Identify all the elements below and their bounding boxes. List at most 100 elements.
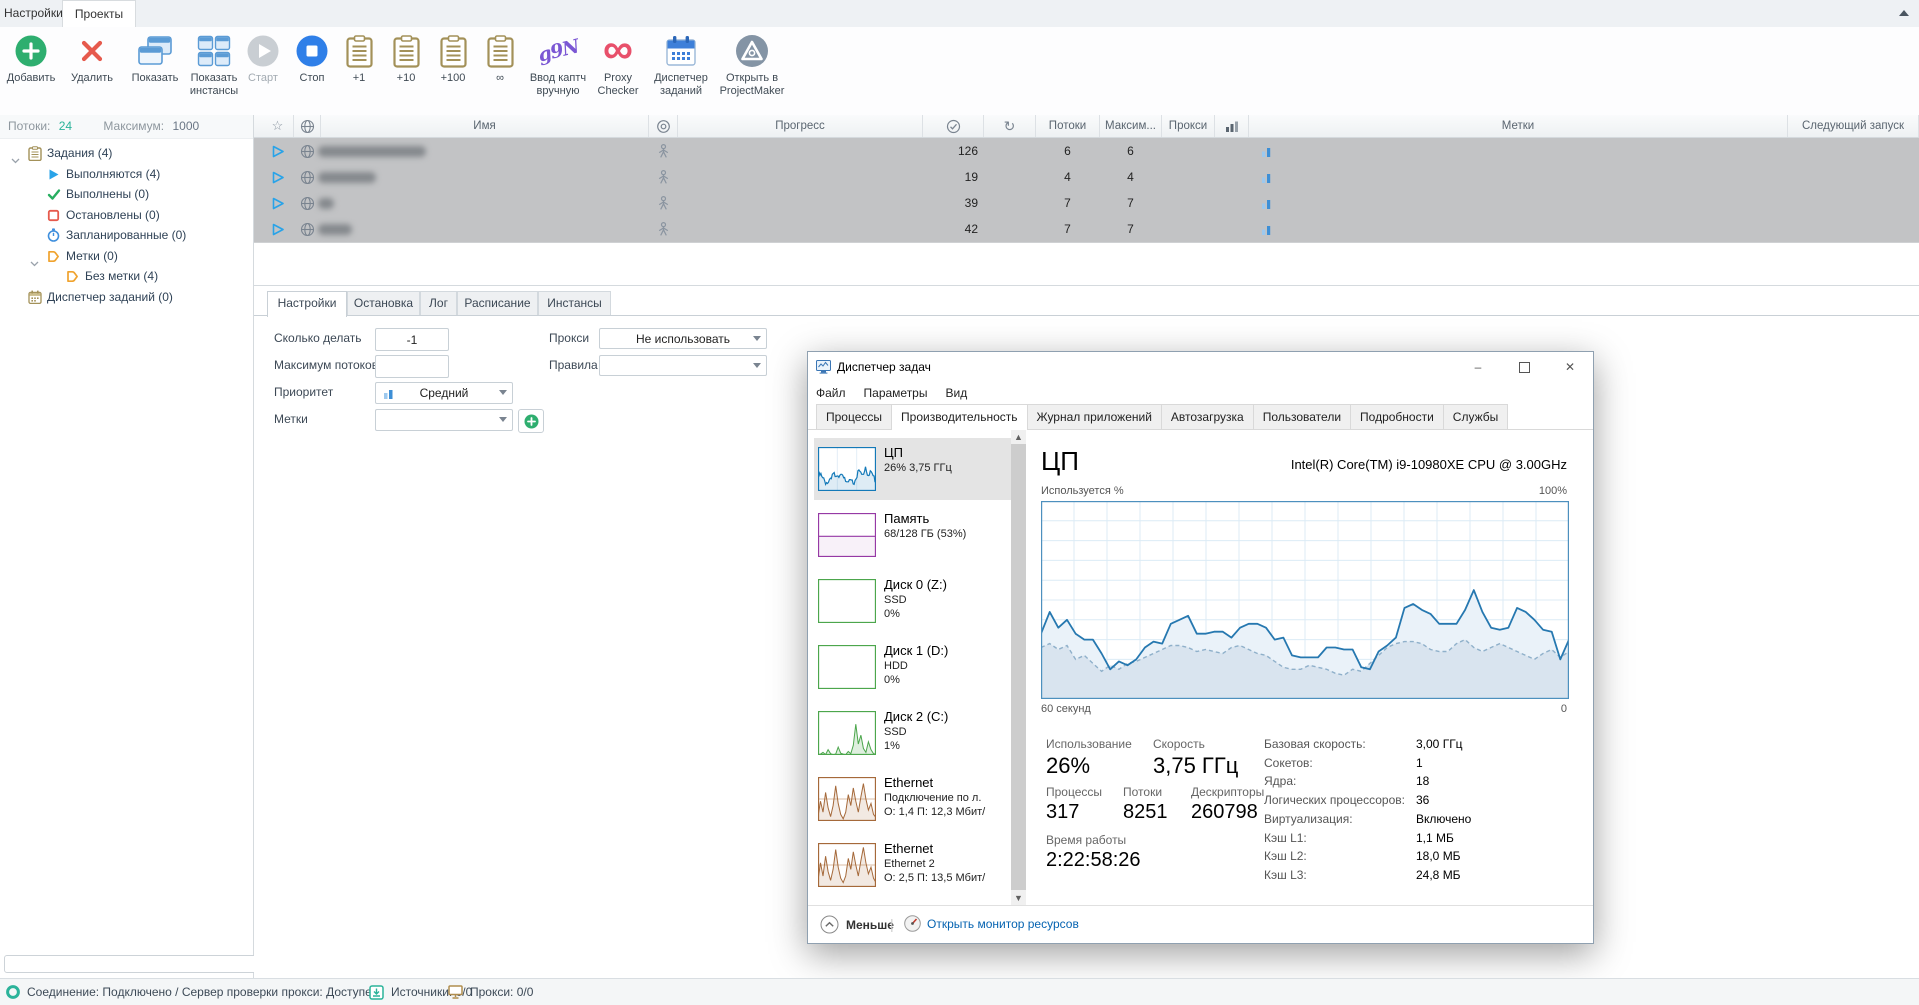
- toolbar-infinity-button[interactable]: ∞Proxy Checker: [590, 31, 646, 98]
- tm-sidebar-item-1[interactable]: ЦП26% 3,75 ГГц: [814, 438, 1011, 500]
- tree-item-3[interactable]: Выполнены (0): [0, 184, 253, 204]
- tm-sidebar-item-line: SSD: [884, 593, 1009, 607]
- scrollbar-thumb[interactable]: [1011, 444, 1026, 890]
- tm-menu-3[interactable]: Вид: [945, 386, 967, 400]
- tree-item-6[interactable]: Метки (0): [0, 246, 253, 266]
- column-header-star-icon[interactable]: ☆: [262, 115, 294, 137]
- tm-tab-4[interactable]: Автозагрузка: [1161, 404, 1254, 429]
- toolbar-delete-x-button[interactable]: Удалить: [64, 31, 120, 85]
- row-globe-icon: [294, 190, 321, 216]
- tm-menu-1[interactable]: Файл: [816, 386, 846, 400]
- tree-item-5[interactable]: Запланированные (0): [0, 225, 253, 245]
- toolbar-captcha-button[interactable]: g9NВвод каптч вручную: [523, 31, 593, 98]
- task-manager-titlebar[interactable]: Диспетчер задач – ✕: [808, 352, 1593, 382]
- tree-item-7[interactable]: Без метки (4): [0, 266, 253, 286]
- add-label-button[interactable]: [518, 409, 544, 433]
- tm-sidebar-item-7[interactable]: EthernetEthernet 2О: 2,5 П: 13,5 Мбит/: [814, 834, 1011, 896]
- tree-item-4[interactable]: Остановлены (0): [0, 205, 253, 225]
- toolbar-clipboard-button[interactable]: ∞: [479, 31, 521, 85]
- column-header-прогресс[interactable]: Прогресс: [678, 115, 923, 137]
- toolbar-pm-logo-button[interactable]: Открыть в ProjectMaker: [710, 31, 794, 98]
- settings-tab-1[interactable]: Настройки: [267, 291, 347, 317]
- tm-tab-5[interactable]: Пользователи: [1253, 404, 1351, 429]
- tree-item-1[interactable]: Задания (4): [0, 143, 253, 163]
- scroll-down-icon[interactable]: ▼: [1011, 890, 1026, 905]
- settings-tab-4[interactable]: Расписание: [457, 291, 538, 315]
- tm-menu-2[interactable]: Параметры: [864, 386, 928, 400]
- close-button[interactable]: ✕: [1547, 352, 1593, 382]
- tm-tab-1[interactable]: Процессы: [816, 404, 892, 429]
- toolbar-grid-windows-button[interactable]: Показать инстансы: [182, 31, 246, 98]
- row-stats-bars-icon[interactable]: [1249, 164, 1285, 190]
- row-done-count: 19: [923, 164, 978, 190]
- less-details-button[interactable]: Меньше: [820, 915, 894, 934]
- table-row[interactable]: 3977: [254, 190, 1919, 217]
- row-play-icon[interactable]: [262, 138, 294, 164]
- row-play-icon[interactable]: [262, 216, 294, 242]
- tm-sidebar-item-3[interactable]: Диск 0 (Z:)SSD0%: [814, 570, 1011, 632]
- column-header-target-icon[interactable]: [649, 115, 678, 137]
- column-header-globe-icon[interactable]: [294, 115, 321, 137]
- toolbar-play-circle-button[interactable]: Старт: [240, 31, 286, 85]
- maximize-button[interactable]: [1501, 352, 1547, 382]
- sidebar-scrollbar[interactable]: ▲ ▼: [1011, 429, 1026, 905]
- column-header-потоки[interactable]: Потоки: [1036, 115, 1100, 137]
- row-play-icon[interactable]: [262, 190, 294, 216]
- settings-tab-3[interactable]: Лог: [420, 291, 457, 315]
- tree-filter-input[interactable]: [4, 955, 257, 973]
- settings-tab-2[interactable]: Остановка: [347, 291, 420, 315]
- tree-item-8[interactable]: Диспетчер заданий (0): [0, 287, 253, 307]
- table-row[interactable]: 1944: [254, 164, 1919, 191]
- priority-select[interactable]: Средний: [375, 382, 513, 404]
- open-resource-monitor-link[interactable]: Открыть монитор ресурсов: [904, 915, 1079, 932]
- ribbon-collapse-icon[interactable]: [1899, 10, 1909, 16]
- tm-sidebar-item-title: Диск 1 (D:): [884, 642, 1009, 659]
- tm-tab-3[interactable]: Журнал приложений: [1027, 404, 1162, 429]
- scroll-up-icon[interactable]: ▲: [1011, 429, 1026, 444]
- toolbar-stop-circle-button[interactable]: Стоп: [291, 31, 333, 85]
- column-header-имя[interactable]: Имя: [321, 115, 649, 137]
- table-row[interactable]: 12666: [254, 138, 1919, 165]
- column-header-refresh-icon[interactable]: ↻: [984, 115, 1036, 137]
- column-header-bars-icon[interactable]: [1215, 115, 1249, 137]
- column-header-максим-[interactable]: Максим...: [1100, 115, 1162, 137]
- tm-tab-7[interactable]: Службы: [1443, 404, 1508, 429]
- row-globe-icon: [294, 164, 321, 190]
- tm-tab-6[interactable]: Подробности: [1350, 404, 1444, 429]
- toolbar-clipboard-button[interactable]: +100: [430, 31, 476, 85]
- row-stats-bars-icon[interactable]: [1249, 190, 1285, 216]
- labels-select[interactable]: [375, 409, 513, 431]
- tm-sidebar-item-5[interactable]: Диск 2 (C:)SSD1%: [814, 702, 1011, 764]
- proxy-select[interactable]: Не использовать: [599, 328, 767, 349]
- toolbar-show-windows-button[interactable]: Показать: [124, 31, 186, 85]
- row-play-icon[interactable]: [262, 164, 294, 190]
- stat-label: Процессы: [1046, 785, 1102, 799]
- tm-sidebar-item-4[interactable]: Диск 1 (D:)HDD0%: [814, 636, 1011, 698]
- tm-tab-2[interactable]: Производительность: [891, 404, 1027, 430]
- toolbar-clipboard-button[interactable]: +10: [385, 31, 427, 85]
- window-tab-2[interactable]: Проекты: [62, 0, 136, 28]
- tm-sidebar-item-2[interactable]: Память68/128 ГБ (53%): [814, 504, 1011, 566]
- column-header-прокси[interactable]: Прокси: [1162, 115, 1215, 137]
- toolbar-clipboard-button[interactable]: +1: [338, 31, 380, 85]
- row-stats-bars-icon[interactable]: [1249, 138, 1285, 164]
- rules-select[interactable]: [599, 355, 767, 376]
- spec-label: Сокетов:: [1264, 756, 1313, 770]
- toolbar-calendar-button[interactable]: Диспетчер заданий: [645, 31, 717, 98]
- row-stats-bars-icon[interactable]: [1249, 216, 1285, 242]
- column-header-следующий-запуск[interactable]: Следующий запуск: [1788, 115, 1919, 137]
- settings-tab-5[interactable]: Инстансы: [538, 291, 611, 315]
- max-threads-input[interactable]: [375, 355, 449, 378]
- table-row[interactable]: 4277: [254, 216, 1919, 243]
- how-many-label: Сколько делать: [274, 328, 362, 349]
- clipboard-sm-icon: [28, 146, 42, 160]
- row-threads-count: 4: [1036, 164, 1099, 190]
- toolbar-add-circle-button[interactable]: Добавить: [3, 31, 59, 85]
- how-many-input[interactable]: [375, 328, 449, 351]
- column-header-метки[interactable]: Метки: [1249, 115, 1788, 137]
- minimize-button[interactable]: –: [1455, 352, 1501, 382]
- tree-item-2[interactable]: Выполняются (4): [0, 164, 253, 184]
- window-tab-1[interactable]: Настройки: [4, 0, 60, 26]
- tm-sidebar-item-6[interactable]: EthernetПодключение по л.О: 1,4 П: 12,3 …: [814, 768, 1011, 830]
- column-header-check-circle-icon[interactable]: [923, 115, 984, 137]
